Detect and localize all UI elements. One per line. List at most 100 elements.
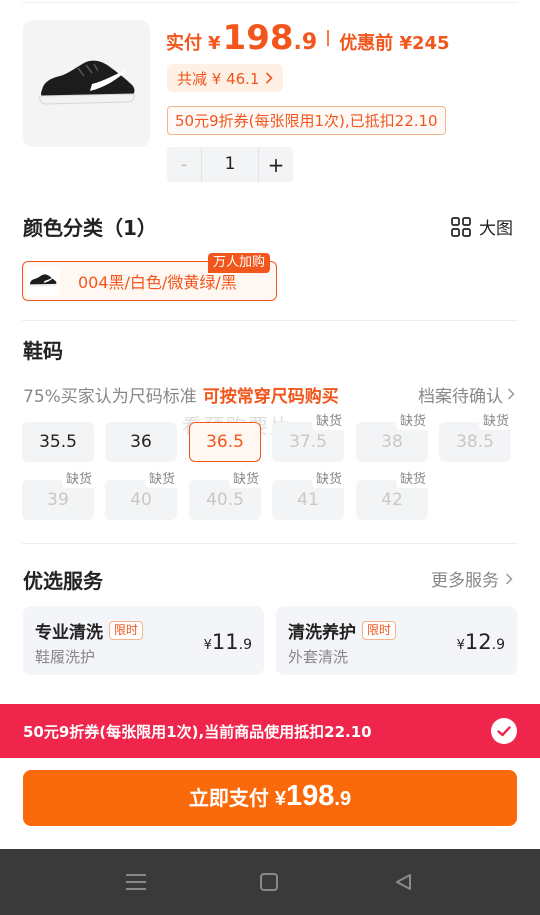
size-option[interactable]: 35.5 [22, 422, 94, 462]
out-of-stock-tag: 缺货 [144, 472, 179, 488]
size-option[interactable]: 36 [105, 422, 177, 462]
size-section-title: 鞋码 [23, 339, 63, 363]
pay-button-decimal: .9 [334, 788, 352, 810]
services-section-title: 优选服务 [23, 569, 103, 593]
service-subtitle: 鞋履洗护 [35, 648, 96, 666]
service-price-currency: ¥ [456, 638, 465, 653]
menu-nav-button[interactable] [122, 869, 150, 895]
service-price-decimal: .9 [238, 637, 252, 653]
size-fit-row: 75%买家认为尺码标准 可按常穿尺码购买 档案待确认 [23, 381, 515, 407]
pay-now-button[interactable]: 立即支付 ¥ 198 .9 [23, 770, 517, 826]
size-option-label: 39 [47, 490, 69, 510]
size-option-label: 42 [381, 490, 403, 510]
out-of-stock-tag: 缺货 [61, 472, 96, 488]
service-price-integer: 12 [464, 630, 492, 654]
price-integer: 198 [222, 18, 294, 58]
popular-badge: 万人加购 [208, 253, 271, 273]
checkmark-icon [497, 725, 511, 736]
size-option[interactable]: 38 缺货 [356, 414, 430, 462]
size-option[interactable]: 42 缺货 [356, 472, 430, 520]
size-option-label: 37.5 [289, 432, 327, 452]
section-divider [22, 543, 518, 544]
color-thumbnail [26, 266, 60, 296]
quantity-increase-button[interactable]: + [259, 153, 293, 177]
size-option[interactable]: 40.5 缺货 [189, 472, 263, 520]
coupon-checkbox[interactable] [491, 718, 517, 744]
size-option-label: 38.5 [456, 432, 494, 452]
out-of-stock-tag: 缺货 [311, 472, 346, 488]
size-option[interactable]: 39 缺货 [22, 472, 96, 520]
quantity-input[interactable]: 1 [201, 147, 259, 182]
quantity-decrease-button[interactable]: - [167, 154, 201, 175]
menu-icon [126, 874, 146, 890]
chevron-right-icon [266, 72, 274, 84]
chevron-right-icon [507, 388, 515, 400]
service-title-row: 清洗养护 限时 [288, 618, 397, 643]
chevron-right-icon [505, 572, 513, 585]
service-card-care[interactable]: 清洗养护 限时 外套清洗 ¥ 12 .9 [276, 606, 517, 675]
big-view-label: 大图 [479, 219, 513, 239]
out-of-stock-tag: 缺货 [395, 414, 430, 430]
size-option[interactable]: 41 缺货 [272, 472, 346, 520]
size-option-label: 40 [130, 490, 152, 510]
home-square-icon [260, 873, 278, 891]
applied-coupon-label: 50元9折券(每张限用1次),已抵扣22.10 [175, 112, 438, 130]
quantity-stepper: - 1 + [167, 147, 293, 182]
size-option-label: 40.5 [206, 490, 244, 510]
out-of-stock-tag: 缺货 [311, 414, 346, 430]
sneaker-icon [38, 60, 135, 105]
pay-button-integer: 198 [286, 780, 335, 812]
price-prefix: 实付 [166, 33, 202, 54]
price-currency: ¥ [208, 33, 221, 54]
section-divider [22, 320, 518, 321]
service-price: ¥ 12 .9 [457, 630, 505, 654]
coupon-banner[interactable]: 50元9折券(每张限用1次),当前商品使用抵扣22.10 [0, 704, 540, 758]
back-nav-button[interactable] [389, 869, 417, 895]
grid-icon [451, 216, 471, 237]
size-option-label: 41 [297, 490, 319, 510]
size-option[interactable]: 40 缺货 [105, 472, 179, 520]
system-navigation-bar [0, 849, 540, 915]
size-option-label: 36.5 [206, 432, 244, 452]
service-title: 清洗养护 [288, 623, 356, 643]
out-of-stock-tag: 缺货 [228, 472, 263, 488]
size-profile-label: 档案待确认 [418, 386, 503, 407]
applied-coupon-tag: 50元9折券(每张限用1次),已抵扣22.10 [167, 106, 446, 135]
price-decimal: .9 [293, 30, 318, 55]
total-discount-label: 共减 ¥ 46.1 [177, 69, 260, 88]
service-price-currency: ¥ [203, 638, 212, 653]
pay-button-currency: ¥ [274, 788, 287, 810]
service-price-decimal: .9 [491, 637, 505, 653]
limited-time-tag: 限时 [109, 621, 144, 640]
service-subtitle: 外套清洗 [288, 648, 349, 666]
product-image[interactable] [23, 20, 150, 147]
total-discount-chip[interactable]: 共减 ¥ 46.1 [167, 64, 284, 92]
size-option[interactable]: 37.5 缺货 [272, 414, 346, 462]
size-profile-link[interactable]: 档案待确认 [418, 382, 515, 407]
color-section-title: 颜色分类（1） [23, 216, 157, 240]
out-of-stock-tag: 缺货 [478, 414, 513, 430]
back-triangle-icon [396, 874, 411, 890]
sneaker-thumb-icon [29, 274, 57, 287]
coupon-banner-text: 50元9折券(每张限用1次),当前商品使用抵扣22.10 [23, 722, 372, 741]
service-price: ¥ 11 .9 [204, 630, 252, 654]
price-line: 实付 ¥ 198 .9 优惠前 ¥245 [166, 18, 450, 58]
size-option[interactable]: 36.5 [189, 422, 261, 462]
size-fit-stat: 75%买家认为尺码标准 [23, 386, 197, 407]
service-price-integer: 11 [211, 630, 239, 654]
limited-time-tag: 限时 [362, 621, 397, 640]
pay-button-label: 立即支付 [188, 788, 269, 810]
out-of-stock-tag: 缺货 [395, 472, 430, 488]
size-option-label: 36 [130, 432, 152, 452]
more-services-link[interactable]: 更多服务 [431, 566, 513, 591]
top-divider [22, 2, 518, 3]
service-card-cleaning[interactable]: 专业清洗 限时 鞋履洗护 ¥ 11 .9 [23, 606, 264, 675]
home-nav-button[interactable] [255, 869, 283, 895]
big-view-button[interactable]: 大图 [451, 214, 513, 239]
size-option-label: 38 [381, 432, 403, 452]
service-title: 专业清洗 [35, 623, 103, 643]
more-services-label: 更多服务 [431, 571, 499, 591]
price-separator [327, 30, 330, 46]
size-option-label: 35.5 [39, 432, 77, 452]
size-option[interactable]: 38.5 缺货 [439, 414, 513, 462]
